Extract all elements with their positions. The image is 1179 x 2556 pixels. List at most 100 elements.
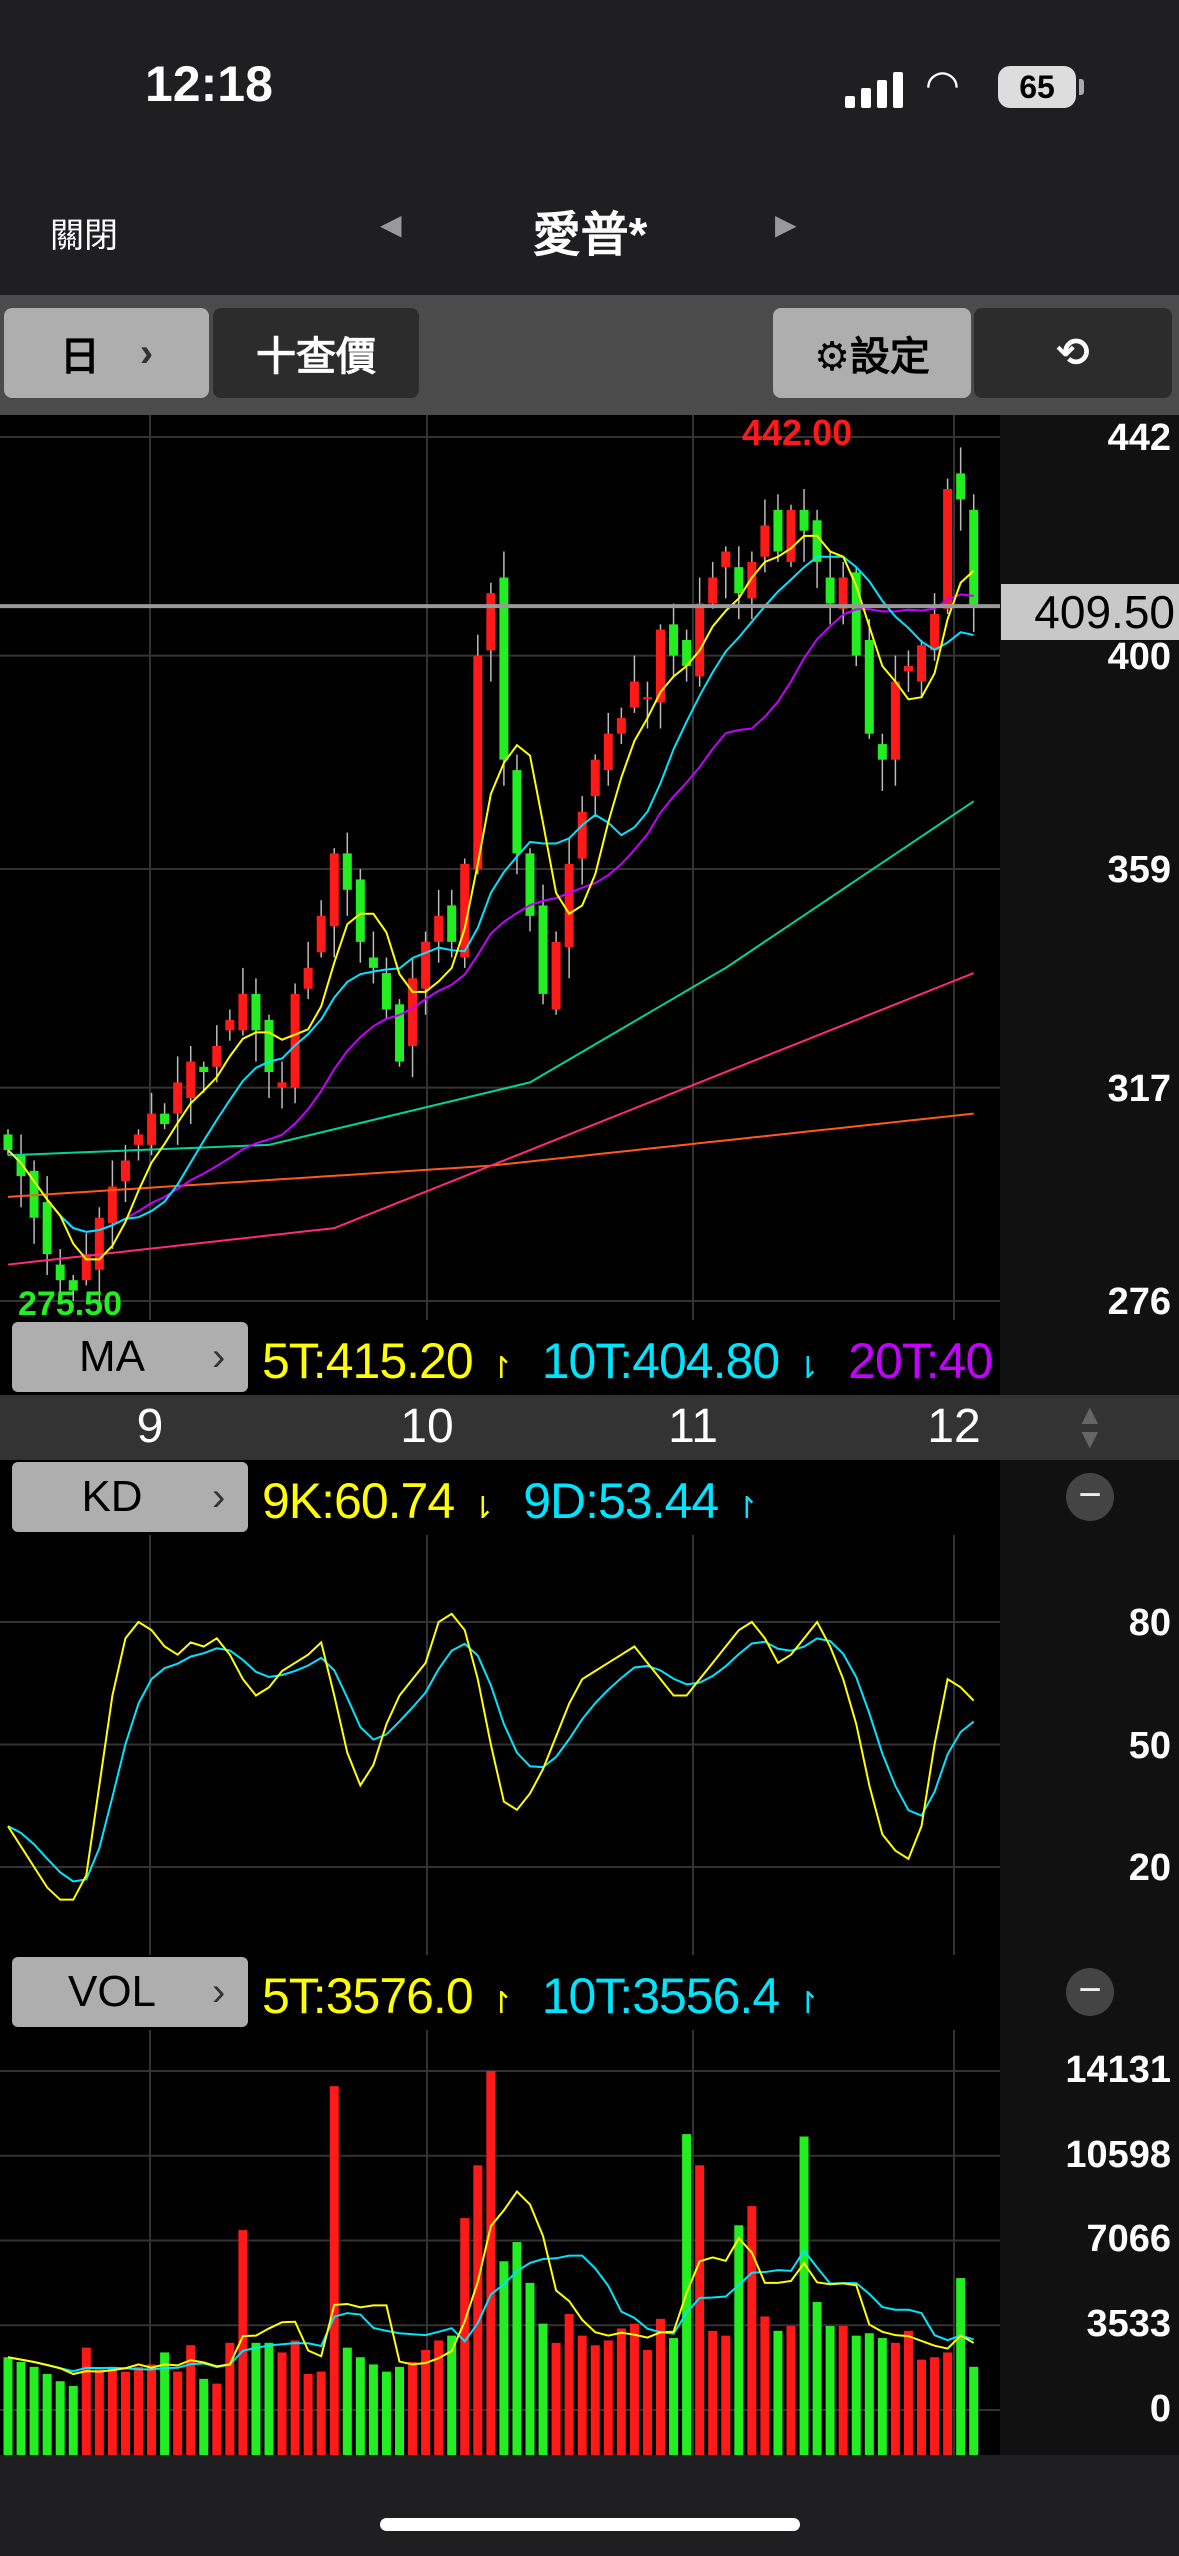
kd-label: KD bbox=[81, 1472, 143, 1521]
volume-bar bbox=[199, 2378, 209, 2455]
volume-bar bbox=[930, 2357, 940, 2455]
x-axis: 9 10 11 12 ▲ ▼ bbox=[0, 1395, 1179, 1460]
candle-body bbox=[421, 941, 431, 989]
last-price-label: 409.50 bbox=[1001, 584, 1179, 640]
ma-row: MA › 5T:415.20 ↾ 10T:404.80 ⇂ 20T:40 bbox=[0, 1320, 1000, 1395]
vol-label: VOL bbox=[67, 1967, 157, 2016]
vol-tick: 7066 bbox=[1086, 2218, 1171, 2261]
k-value: 9K:60.74 ⇂ bbox=[262, 1473, 495, 1529]
vol10-value: 10T:3556.4 ↾ bbox=[541, 1968, 821, 2024]
kd-row: KD › 9K:60.74 ⇂ 9D:53.44 ↾ bbox=[0, 1460, 1000, 1535]
volume-bar bbox=[381, 2371, 391, 2455]
candle-body bbox=[969, 509, 979, 607]
collapse-kd-button[interactable]: − bbox=[1066, 1473, 1114, 1521]
collapse-vol-button[interactable]: − bbox=[1066, 1968, 1114, 2016]
volume-bar bbox=[708, 2330, 718, 2455]
candle-body bbox=[825, 577, 835, 604]
candle-body bbox=[864, 639, 874, 734]
volume-bar bbox=[421, 2350, 431, 2455]
candle-body bbox=[147, 1113, 157, 1145]
candle-body bbox=[251, 993, 261, 1031]
ma-selector[interactable]: MA › bbox=[12, 1322, 248, 1392]
kd-selector[interactable]: KD › bbox=[12, 1462, 248, 1532]
x-label: 11 bbox=[668, 1400, 718, 1453]
vol5-value: 5T:3576.0 ↾ bbox=[262, 1968, 514, 2024]
candle-body bbox=[903, 666, 913, 672]
candle-body bbox=[277, 1082, 287, 1088]
candle-body bbox=[55, 1264, 65, 1281]
candle-body bbox=[473, 655, 483, 869]
volume-bar bbox=[943, 2352, 953, 2455]
volume-bar bbox=[68, 2386, 78, 2455]
home-indicator[interactable] bbox=[380, 2518, 800, 2531]
candle-body bbox=[368, 957, 378, 968]
candle-body bbox=[669, 624, 679, 656]
volume-bar bbox=[42, 2374, 52, 2455]
volume-bar bbox=[864, 2333, 874, 2455]
candle-body bbox=[199, 1066, 209, 1072]
volume-bar bbox=[747, 2206, 757, 2455]
candle-body bbox=[107, 1186, 117, 1223]
volume-bar bbox=[551, 2342, 561, 2455]
ma10-value: 10T:404.80 ⇂ bbox=[541, 1333, 821, 1389]
candle-body bbox=[603, 733, 613, 771]
volume-bar bbox=[81, 2347, 91, 2455]
volume-bar bbox=[642, 2350, 652, 2455]
volume-bar bbox=[212, 2383, 222, 2455]
vol-row: VOL › 5T:3576.0 ↾ 10T:3556.4 ↾ bbox=[0, 1955, 1000, 2030]
volume-bar bbox=[473, 2165, 483, 2455]
kd-tick: 50 bbox=[1128, 1724, 1171, 1767]
volume-bar bbox=[564, 2314, 574, 2455]
d-line bbox=[7, 1637, 975, 1883]
bottom-bar bbox=[0, 2455, 1179, 2556]
candle-body bbox=[381, 973, 391, 1010]
ma20-value: 20T:40 bbox=[848, 1333, 993, 1389]
volume-bar bbox=[251, 2342, 261, 2455]
vol-selector[interactable]: VOL › bbox=[12, 1957, 248, 2027]
candle-body bbox=[786, 509, 796, 562]
price-tick: 442 bbox=[1107, 417, 1171, 459]
volume-bar bbox=[408, 2362, 418, 2455]
candle-body bbox=[329, 853, 339, 927]
volume-bar bbox=[538, 2323, 548, 2455]
candle-body bbox=[3, 1134, 13, 1151]
volume-bar bbox=[290, 2340, 300, 2455]
volume-bar bbox=[395, 2366, 404, 2455]
kd-tick: 20 bbox=[1128, 1847, 1171, 1889]
candle-body bbox=[577, 811, 587, 859]
candle-body bbox=[42, 1202, 52, 1255]
volume-bar bbox=[134, 2366, 143, 2455]
volume-bar bbox=[851, 2335, 861, 2455]
volume-bar bbox=[316, 2371, 326, 2455]
volume-bar bbox=[629, 2323, 639, 2455]
volume-bar bbox=[94, 2369, 104, 2455]
volume-bar bbox=[486, 2071, 496, 2455]
chevron-right-icon: › bbox=[212, 1334, 226, 1379]
volume-bar bbox=[147, 2364, 157, 2455]
candle-body bbox=[917, 645, 926, 682]
volume-bar bbox=[107, 2366, 117, 2455]
volume-bar bbox=[956, 2278, 966, 2455]
resize-handle-icon[interactable]: ▲ ▼ bbox=[1076, 1401, 1104, 1453]
k-line bbox=[7, 1612, 975, 1901]
x-label: 10 bbox=[400, 1400, 454, 1453]
candle-body bbox=[877, 744, 887, 760]
candle-body bbox=[551, 941, 561, 1010]
volume-bar bbox=[525, 2282, 535, 2455]
volume-bar bbox=[173, 2371, 183, 2455]
candle-body bbox=[943, 489, 953, 609]
volume-bar bbox=[342, 2347, 352, 2455]
volume-bar bbox=[499, 2261, 509, 2455]
chevron-right-icon: › bbox=[212, 1969, 226, 2014]
volume-bar bbox=[616, 2328, 626, 2455]
candle-body bbox=[447, 905, 457, 942]
candle-body bbox=[616, 718, 626, 734]
candle-body bbox=[355, 879, 365, 942]
volume-bar bbox=[355, 2357, 365, 2455]
candle-body bbox=[773, 509, 783, 552]
candle-body bbox=[238, 993, 248, 1031]
volume-bar bbox=[590, 2345, 600, 2455]
x-label: 9 bbox=[136, 1400, 164, 1453]
volume-bar bbox=[812, 2302, 822, 2455]
kd-tick: 80 bbox=[1128, 1602, 1171, 1644]
